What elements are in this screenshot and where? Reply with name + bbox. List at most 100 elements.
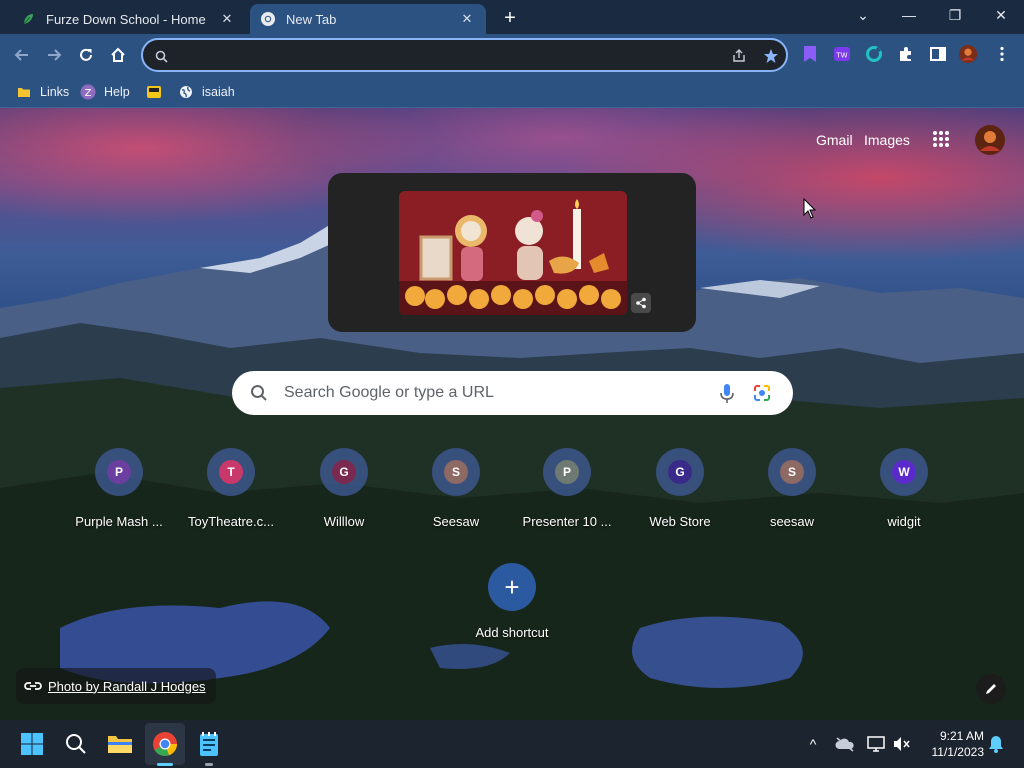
shortcut-label: Willlow (323, 514, 365, 529)
chrome-menu-icon[interactable] (992, 44, 1012, 64)
mouse-cursor-icon (803, 198, 817, 219)
volume-muted-icon[interactable] (892, 734, 912, 754)
leaf-icon (20, 11, 36, 27)
address-input[interactable] (173, 45, 713, 65)
onedrive-offline-icon[interactable] (835, 734, 855, 754)
shortcut-label: Presenter 10 ... (522, 514, 612, 529)
images-link[interactable]: Images (864, 132, 910, 148)
forward-button[interactable] (42, 43, 66, 67)
help-z-icon: Z (80, 84, 96, 100)
shortcut-label: Purple Mash ... (75, 514, 163, 529)
system-clock[interactable]: 9:21 AM 11/1/2023 (920, 728, 985, 760)
account-avatar[interactable] (974, 124, 1006, 156)
shortcut-widgit[interactable]: W widgit (848, 448, 960, 538)
chrome-icon (260, 11, 276, 27)
windows-start-icon[interactable] (18, 730, 46, 758)
google-lens-icon[interactable] (753, 384, 771, 402)
extension-tw-icon[interactable]: TW (832, 44, 852, 64)
add-shortcut-label: Add shortcut (475, 625, 549, 640)
doodle-share-button[interactable] (631, 293, 651, 313)
tray-overflow-chevron-icon[interactable]: ^ (803, 734, 823, 754)
bookmark-label: Help (104, 85, 130, 99)
reload-button[interactable] (74, 43, 98, 67)
search-icon (153, 48, 169, 64)
bookmark-links[interactable]: Links (16, 82, 69, 102)
profile-avatar-icon[interactable] (958, 44, 978, 64)
voice-search-mic-icon[interactable] (718, 383, 736, 405)
close-icon[interactable]: ✕ (458, 10, 476, 28)
shortcut-icon: T (207, 448, 255, 496)
minimize-button[interactable]: — (886, 0, 932, 30)
gmail-link[interactable]: Gmail (816, 132, 853, 148)
plus-icon: + (488, 563, 536, 611)
bookmarks-bar: Links Z Help isaiah (0, 76, 1024, 108)
svg-text:TW: TW (835, 52, 847, 60)
bookmark-label: Links (40, 85, 70, 99)
tab-search-chevron-icon[interactable]: ⌄ (840, 0, 886, 30)
browser-toolbar: TW (0, 34, 1024, 76)
tab-title: New Tab (286, 11, 337, 27)
search-icon[interactable] (62, 730, 90, 758)
shortcut-web-store[interactable]: G Web Store (624, 448, 736, 538)
bookmark-help[interactable]: Z Help (80, 82, 130, 102)
shortcut-icon: G (320, 448, 368, 496)
tab-new-tab[interactable]: New Tab ✕ (250, 4, 486, 34)
windows-taskbar: ^ 9:21 AM 11/1/2023 (0, 720, 1024, 768)
side-panel-icon[interactable] (928, 44, 948, 64)
restore-button[interactable]: ❐ (932, 0, 978, 30)
bookmark-star-icon[interactable] (763, 48, 779, 64)
clock-time: 9:21 AM (939, 729, 984, 743)
bookmark-bus[interactable] (146, 82, 170, 102)
shortcut-purple-mash[interactable]: P Purple Mash ... (63, 448, 175, 538)
new-tab-button[interactable]: + (498, 6, 522, 30)
back-button[interactable] (10, 43, 34, 67)
bookmark-isaiah[interactable]: isaiah (178, 82, 235, 102)
network-icon[interactable] (866, 734, 886, 754)
shortcut-seesaw-2[interactable]: S seesaw (736, 448, 848, 538)
shortcut-label: Web Store (649, 514, 711, 529)
close-icon[interactable]: ✕ (218, 10, 236, 28)
extensions-puzzle-icon[interactable] (896, 44, 916, 64)
shortcut-icon: W (880, 448, 928, 496)
active-indicator (157, 763, 173, 766)
bookmark-label: isaiah (202, 85, 235, 99)
add-shortcut-button[interactable]: + Add shortcut (456, 563, 568, 643)
search-icon (251, 385, 267, 401)
shortcut-seesaw[interactable]: S Seesaw (400, 448, 512, 538)
notepad-icon[interactable] (195, 730, 223, 758)
photo-attribution-link[interactable]: Photo by Randall J Hodges (16, 668, 216, 704)
tab-title: Furze Down School - Home (46, 11, 206, 27)
folder-icon (16, 84, 32, 100)
shortcut-willlow[interactable]: G Willlow (288, 448, 400, 538)
tab-furze-down-school[interactable]: Furze Down School - Home ✕ (10, 4, 246, 34)
clock-date: 11/1/2023 (931, 745, 985, 759)
google-apps-grid-icon[interactable] (932, 130, 952, 150)
forward-arrow-icon (48, 49, 62, 61)
title-bar: Furze Down School - Home ✕ New Tab ✕ + ⌄… (0, 0, 1024, 34)
shortcut-label: ToyTheatre.c... (188, 514, 274, 529)
svg-text:Z: Z (85, 88, 92, 99)
google-search-box[interactable]: Search Google or type a URL (232, 371, 793, 415)
window-close-button[interactable]: ✕ (978, 0, 1024, 30)
shortcut-icon: S (768, 448, 816, 496)
share-icon[interactable] (731, 48, 747, 64)
extension-ring-icon[interactable] (864, 44, 884, 64)
extension-bookmark-icon[interactable] (800, 44, 820, 64)
address-bar[interactable] (141, 38, 788, 72)
notification-bell-icon[interactable] (986, 734, 1006, 754)
shortcut-toytheatre[interactable]: T ToyTheatre.c... (175, 448, 287, 538)
google-doodle-image[interactable] (399, 191, 627, 315)
home-button[interactable] (106, 43, 130, 67)
chrome-icon[interactable] (151, 730, 179, 758)
shortcut-label: seesaw (769, 514, 815, 529)
shortcut-icon: G (656, 448, 704, 496)
bus-icon (146, 84, 162, 100)
shortcut-presenter[interactable]: P Presenter 10 ... (511, 448, 623, 538)
back-arrow-icon (14, 49, 28, 61)
pencil-icon (986, 684, 996, 694)
customize-chrome-button[interactable] (976, 674, 1006, 704)
shortcut-label: widgit (887, 514, 921, 529)
share-icon (636, 297, 646, 309)
file-explorer-icon[interactable] (106, 730, 134, 758)
new-tab-page: Gmail Images Search Google or type a URL… (0, 108, 1024, 720)
